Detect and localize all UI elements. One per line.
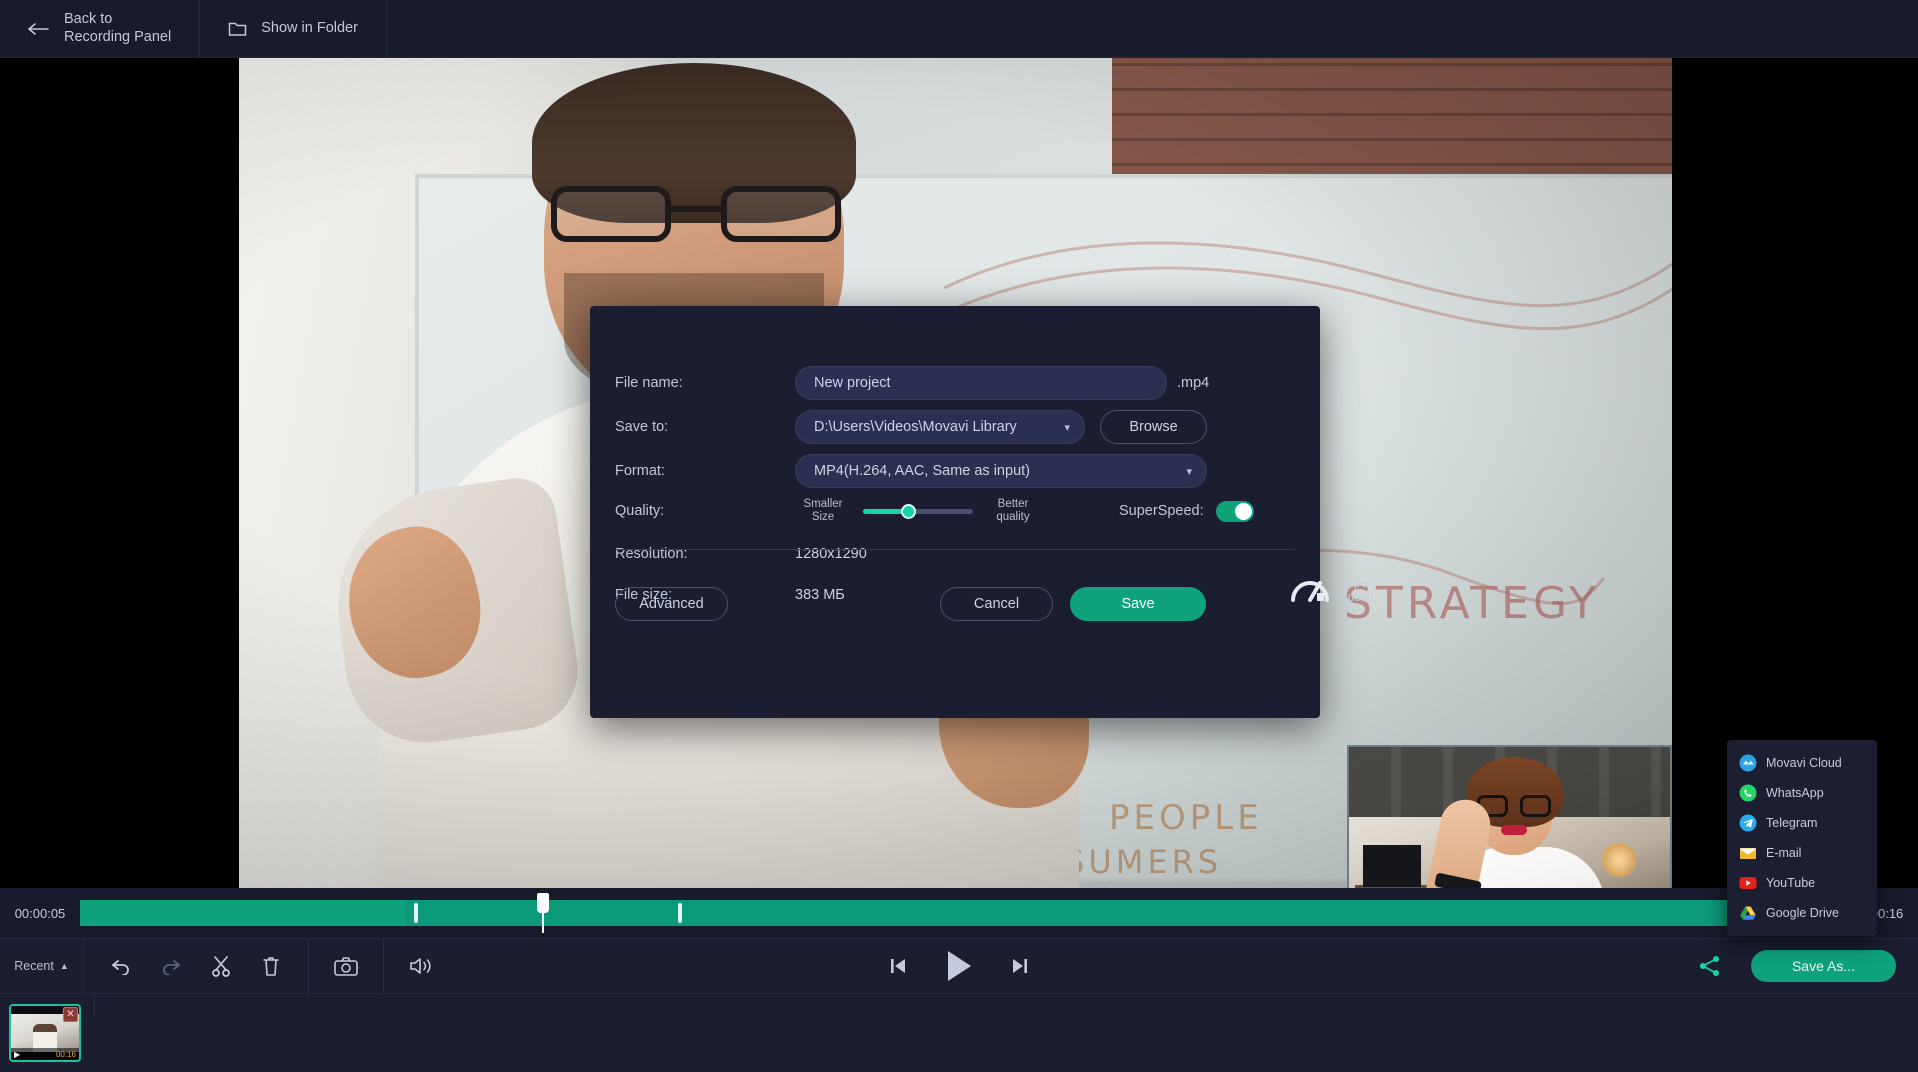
timeline-playhead[interactable] <box>537 893 550 933</box>
file-extension-label: .mp4 <box>1177 375 1210 391</box>
browse-button[interactable]: Browse <box>1100 410 1207 444</box>
quality-label: Quality: <box>615 503 665 520</box>
share-item-label: Google Drive <box>1766 906 1839 920</box>
pip-monitor <box>1363 845 1421 887</box>
timeline-marker[interactable] <box>414 903 419 923</box>
whatsapp-icon <box>1739 784 1757 802</box>
pip-person-lips <box>1501 825 1527 835</box>
share-menu: Movavi Cloud WhatsApp Telegram E-mail Yo… <box>1727 740 1877 936</box>
share-item-label: YouTube <box>1766 876 1816 890</box>
skip-previous-icon[interactable] <box>883 951 913 981</box>
show-in-folder-button[interactable]: Show in Folder <box>200 0 387 57</box>
share-item-movavi-cloud[interactable]: Movavi Cloud <box>1727 748 1877 778</box>
timeline-track[interactable] <box>80 893 1838 933</box>
google-drive-icon <box>1739 904 1757 922</box>
trash-icon[interactable] <box>256 951 286 981</box>
quality-slider[interactable] <box>863 503 973 519</box>
dialog-divider <box>615 549 1295 550</box>
share-item-label: Telegram <box>1766 816 1818 830</box>
format-value: MP4(H.264, AAC, Same as input) <box>814 463 1030 479</box>
capture-tools-group <box>309 939 384 993</box>
camera-icon[interactable] <box>331 951 361 981</box>
recent-label: Recent <box>14 959 54 973</box>
superspeed-toggle-knob <box>1234 502 1252 520</box>
save-as-button[interactable]: Save As... <box>1751 950 1896 982</box>
quality-row: Quality: Smaller Size Better quality Sup… <box>615 498 1254 524</box>
transport-controls <box>883 946 1035 986</box>
volume-icon[interactable] <box>406 951 436 981</box>
back-to-recording-panel-label: Back to Recording Panel <box>64 11 172 45</box>
recent-button[interactable]: Recent ▲ <box>0 939 84 993</box>
clip-duration-label: 00:16 <box>55 1049 76 1059</box>
superspeed-toggle[interactable] <box>1215 500 1254 522</box>
cancel-button[interactable]: Cancel <box>940 587 1053 621</box>
share-item-label: Movavi Cloud <box>1766 756 1842 770</box>
movavi-editor-window: Back to Recording Panel Show in Folder S… <box>0 0 1918 1072</box>
audio-tools-group <box>384 939 458 993</box>
share-item-youtube[interactable]: YouTube <box>1727 868 1877 898</box>
chevron-down-icon: ▾ <box>1186 465 1192 478</box>
timeline-bar: 00:00:05 00:00:16 <box>0 888 1918 938</box>
share-item-google-drive[interactable]: Google Drive <box>1727 898 1877 928</box>
quality-slider-knob[interactable] <box>901 503 916 519</box>
format-dropdown[interactable]: MP4(H.264, AAC, Same as input) ▾ <box>795 454 1207 488</box>
export-dialog: File name: New project .mp4 Save to: D:\… <box>590 306 1373 718</box>
timeline-marker[interactable] <box>677 903 682 923</box>
quality-min-label: Smaller Size <box>803 498 843 524</box>
file-name-value: New project <box>814 375 891 391</box>
edit-tools-group <box>84 939 309 993</box>
telegram-icon <box>1739 814 1757 832</box>
share-item-label: WhatsApp <box>1766 786 1824 800</box>
file-name-label: File name: <box>615 375 683 391</box>
back-to-recording-panel-button[interactable]: Back to Recording Panel <box>0 0 201 57</box>
share-item-email[interactable]: E-mail <box>1727 838 1877 868</box>
movavi-cloud-icon <box>1739 754 1757 772</box>
show-in-folder-label: Show in Folder <box>261 19 358 36</box>
email-icon <box>1739 844 1757 862</box>
save-to-value: D:\Users\Videos\Movavi Library <box>814 419 1017 435</box>
superspeed-badge-label: Super Speed <box>1340 578 1374 604</box>
format-row: Format: MP4(H.264, AAC, Same as input) ▾ <box>615 454 1207 488</box>
scissors-icon[interactable] <box>206 951 236 981</box>
superspeed-label: SuperSpeed: <box>1119 503 1204 520</box>
clip-thumbnail-footer: ▶ 00:16 <box>11 1048 79 1060</box>
picture-in-picture-overlay[interactable] <box>1347 745 1672 888</box>
chevron-up-icon: ▲ <box>59 961 69 971</box>
file-size-value: 383 МБ <box>795 587 845 603</box>
timeline-played-region <box>80 900 406 926</box>
file-name-input[interactable]: New project <box>795 366 1167 400</box>
clip-close-icon[interactable]: ✕ <box>63 1007 78 1022</box>
share-item-whatsapp[interactable]: WhatsApp <box>1727 778 1877 808</box>
redo-icon[interactable] <box>156 951 186 981</box>
save-to-dropdown[interactable]: D:\Users\Videos\Movavi Library ▾ <box>795 410 1085 444</box>
share-item-label: E-mail <box>1766 846 1802 860</box>
share-icon[interactable] <box>1695 951 1725 981</box>
undo-icon[interactable] <box>106 951 136 981</box>
arrow-left-icon <box>28 22 50 36</box>
folder-icon <box>228 21 247 37</box>
clip-play-icon[interactable]: ▶ <box>14 1050 20 1059</box>
chevron-down-icon: ▾ <box>1064 421 1070 434</box>
pip-lamp <box>1602 843 1636 877</box>
file-name-row: File name: New project .mp4 <box>615 366 1209 400</box>
save-button[interactable]: Save <box>1070 587 1206 621</box>
youtube-icon <box>1739 874 1757 892</box>
speedometer-icon <box>1290 574 1330 609</box>
editor-toolbar: Recent ▲ Save As... <box>0 938 1918 994</box>
advanced-button[interactable]: Advanced <box>615 587 728 621</box>
export-controls: Save As... <box>1695 950 1896 982</box>
top-bar: Back to Recording Panel Show in Folder <box>0 0 1918 58</box>
clip-thumbnail[interactable]: ▶ 00:16 ✕ <box>9 1004 81 1062</box>
skip-next-icon[interactable] <box>1005 951 1035 981</box>
play-icon[interactable] <box>939 946 979 986</box>
save-to-label: Save to: <box>615 419 669 435</box>
tray-divider <box>94 994 95 1016</box>
superspeed-badge: Super Speed <box>1290 574 1373 609</box>
quality-max-label: Better quality <box>996 498 1030 524</box>
clip-tray: ▶ 00:16 ✕ <box>0 994 1918 1072</box>
share-item-telegram[interactable]: Telegram <box>1727 808 1877 838</box>
save-to-row: Save to: D:\Users\Videos\Movavi Library … <box>615 410 1207 444</box>
format-label: Format: <box>615 463 665 479</box>
timeline-current-time: 00:00:05 <box>14 905 66 921</box>
